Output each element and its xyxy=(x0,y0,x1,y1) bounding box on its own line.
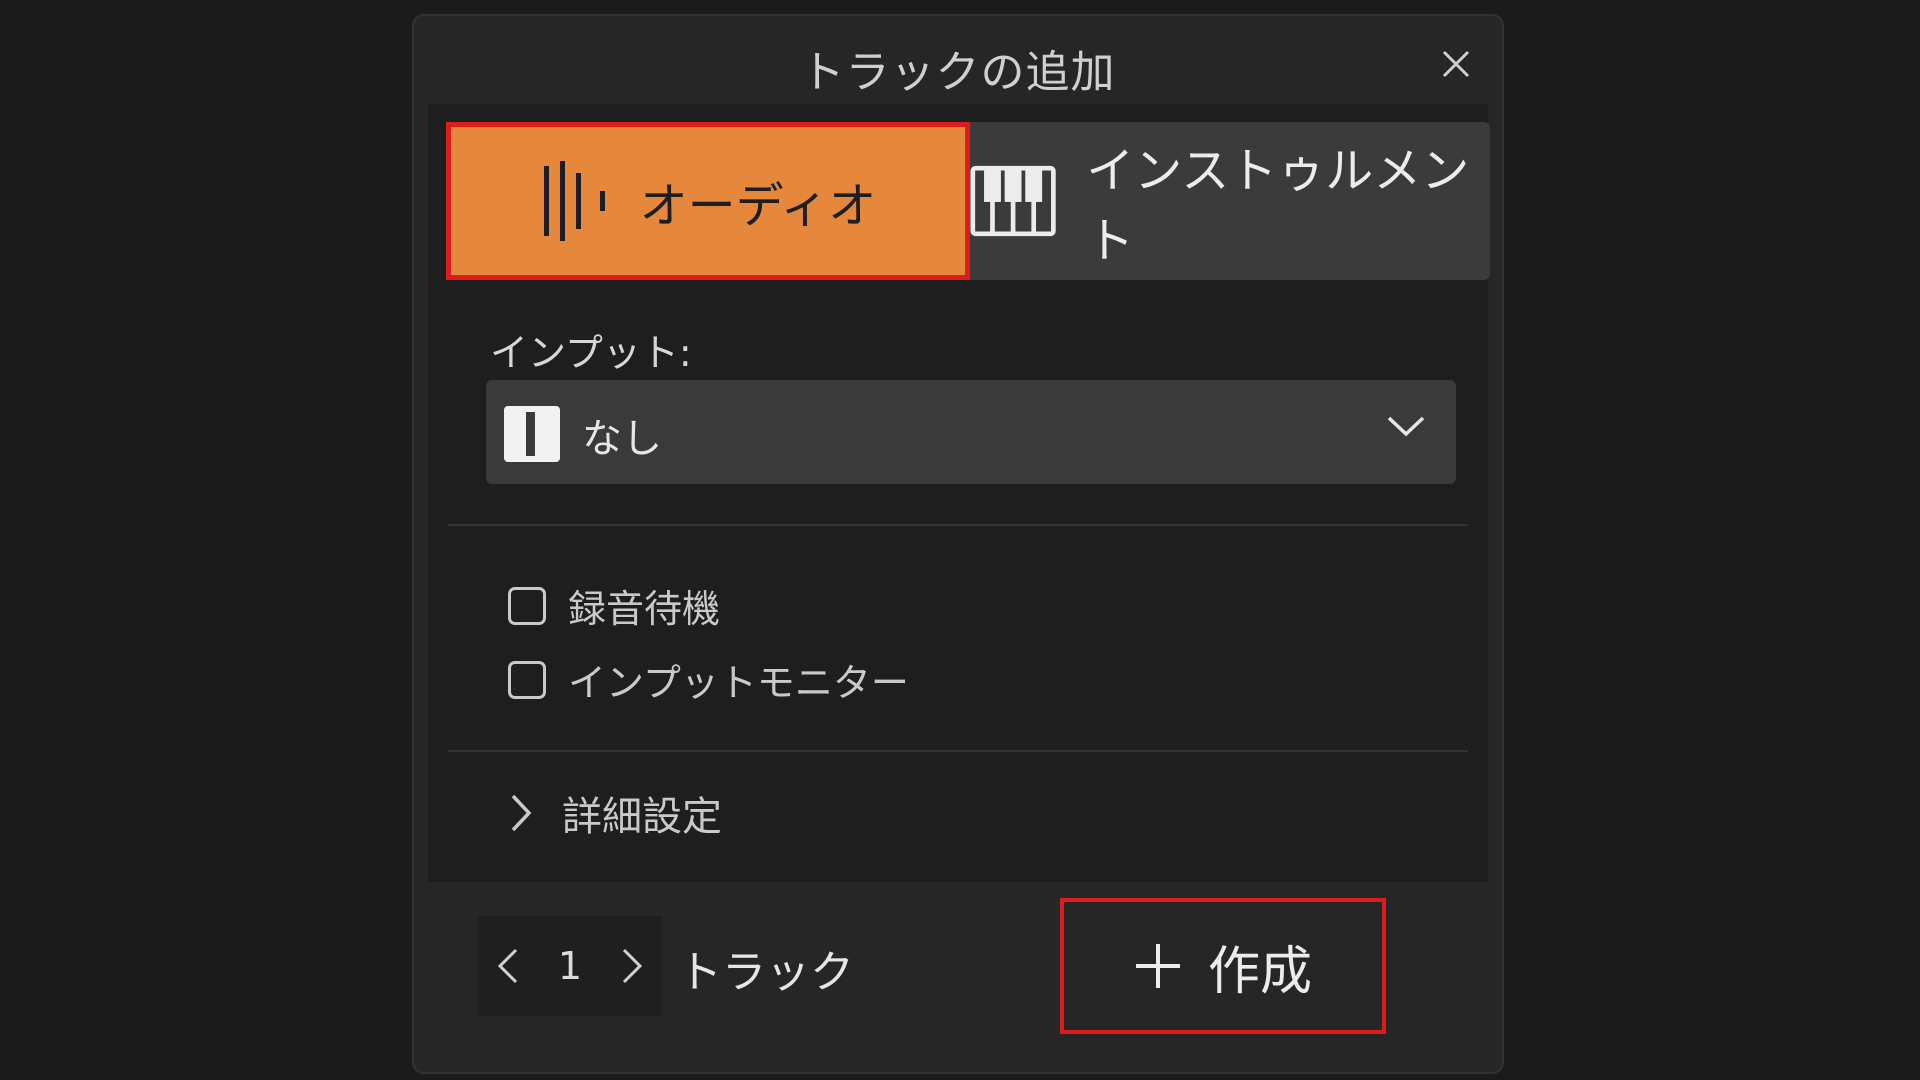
increment-button[interactable] xyxy=(621,947,643,985)
create-button[interactable]: 作成 xyxy=(1060,898,1386,1034)
advanced-settings-label: 詳細設定 xyxy=(562,794,722,840)
advanced-settings-toggle[interactable]: 詳細設定 xyxy=(510,784,722,842)
chevron-left-icon xyxy=(498,948,518,984)
record-arm-checkbox[interactable] xyxy=(508,586,546,625)
chevron-down-icon xyxy=(1387,416,1425,437)
record-arm-option[interactable]: 録音待機 xyxy=(508,578,720,633)
chevron-right-icon xyxy=(511,794,532,832)
decrement-button[interactable] xyxy=(497,947,519,985)
input-label: インプット: xyxy=(490,331,692,375)
track-count-stepper[interactable]: 1 xyxy=(478,916,662,1016)
add-track-dialog: トラックの追加 オーディオ インストゥルメント インプット: なし 録音待機 イ… xyxy=(412,14,1504,1074)
input-select[interactable]: なし xyxy=(486,380,1456,484)
close-icon xyxy=(1442,50,1470,78)
track-count-label: トラック xyxy=(678,947,854,998)
waveform-icon xyxy=(543,161,605,241)
record-arm-label: 録音待機 xyxy=(568,587,721,631)
instrument-track-label: インストゥルメント xyxy=(1086,143,1470,269)
piano-keys-icon xyxy=(970,165,1056,237)
input-value: なし xyxy=(582,416,662,462)
track-count-value: 1 xyxy=(557,944,583,988)
divider xyxy=(448,524,1468,526)
dialog-title: トラックの追加 xyxy=(800,47,1116,98)
input-monitor-checkbox[interactable] xyxy=(508,660,546,699)
track-settings-panel: オーディオ インストゥルメント インプット: なし 録音待機 インプットモニター… xyxy=(428,104,1490,882)
close-button[interactable] xyxy=(1436,44,1476,84)
chevron-right-icon xyxy=(622,948,642,984)
plus-icon xyxy=(1135,944,1180,988)
audio-track-label: オーディオ xyxy=(639,178,877,234)
input-monitor-label: インプットモニター xyxy=(568,661,909,705)
create-label: 作成 xyxy=(1207,941,1312,1002)
mono-input-icon xyxy=(504,406,560,462)
audio-track-button[interactable]: オーディオ xyxy=(446,122,970,280)
instrument-track-button[interactable]: インストゥルメント xyxy=(970,122,1490,280)
input-monitor-option[interactable]: インプットモニター xyxy=(508,652,909,707)
divider xyxy=(448,750,1468,752)
